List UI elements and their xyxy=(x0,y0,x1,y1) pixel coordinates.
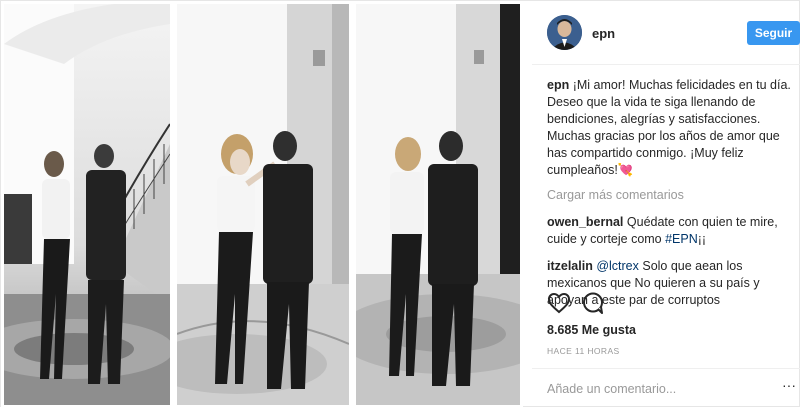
heart-icon[interactable] xyxy=(547,291,571,315)
load-more-comments-link[interactable]: Cargar más comentarios xyxy=(547,187,797,204)
action-bar xyxy=(547,291,607,317)
instagram-post: epn Seguir epn ¡Mi amor! Muchas felicida… xyxy=(0,0,800,407)
comment-input[interactable] xyxy=(547,380,772,398)
follow-button[interactable]: Seguir xyxy=(747,21,800,45)
comments-section: epn ¡Mi amor! Muchas felicidades en tu d… xyxy=(547,77,797,319)
likes-count[interactable]: 8.685 Me gusta xyxy=(547,323,636,337)
comment-text-end: ¡¡ xyxy=(697,232,707,246)
comment-username[interactable]: owen_bernal xyxy=(547,215,623,229)
avatar[interactable] xyxy=(547,15,582,50)
post-header: epn Seguir xyxy=(532,1,800,65)
post-sidebar: epn Seguir epn ¡Mi amor! Muchas felicida… xyxy=(532,1,800,407)
comment: owen_bernal Quédate con quien te mire, c… xyxy=(547,214,797,248)
post-photo[interactable] xyxy=(1,1,523,407)
caption-username[interactable]: epn xyxy=(547,78,569,92)
photo-panel-staircase xyxy=(4,4,170,405)
header-username[interactable]: epn xyxy=(592,26,615,41)
comment-username[interactable]: itzelalin xyxy=(547,259,593,273)
comment-icon[interactable] xyxy=(581,291,605,315)
post-caption: epn ¡Mi amor! Muchas felicidades en tu d… xyxy=(547,77,797,179)
caption-text: ¡Mi amor! Muchas felicidades en tu día. … xyxy=(547,78,791,177)
hashtag-link[interactable]: #EPN xyxy=(665,232,698,246)
mention-link[interactable]: @lctrex xyxy=(596,259,639,273)
post-timestamp[interactable]: HACE 11 HORAS xyxy=(547,346,620,356)
add-comment-bar: ··· xyxy=(532,368,800,407)
photo-panel-closeup xyxy=(177,4,349,405)
photo-panel-hallway xyxy=(356,4,520,405)
more-options-icon[interactable]: ··· xyxy=(782,377,796,393)
